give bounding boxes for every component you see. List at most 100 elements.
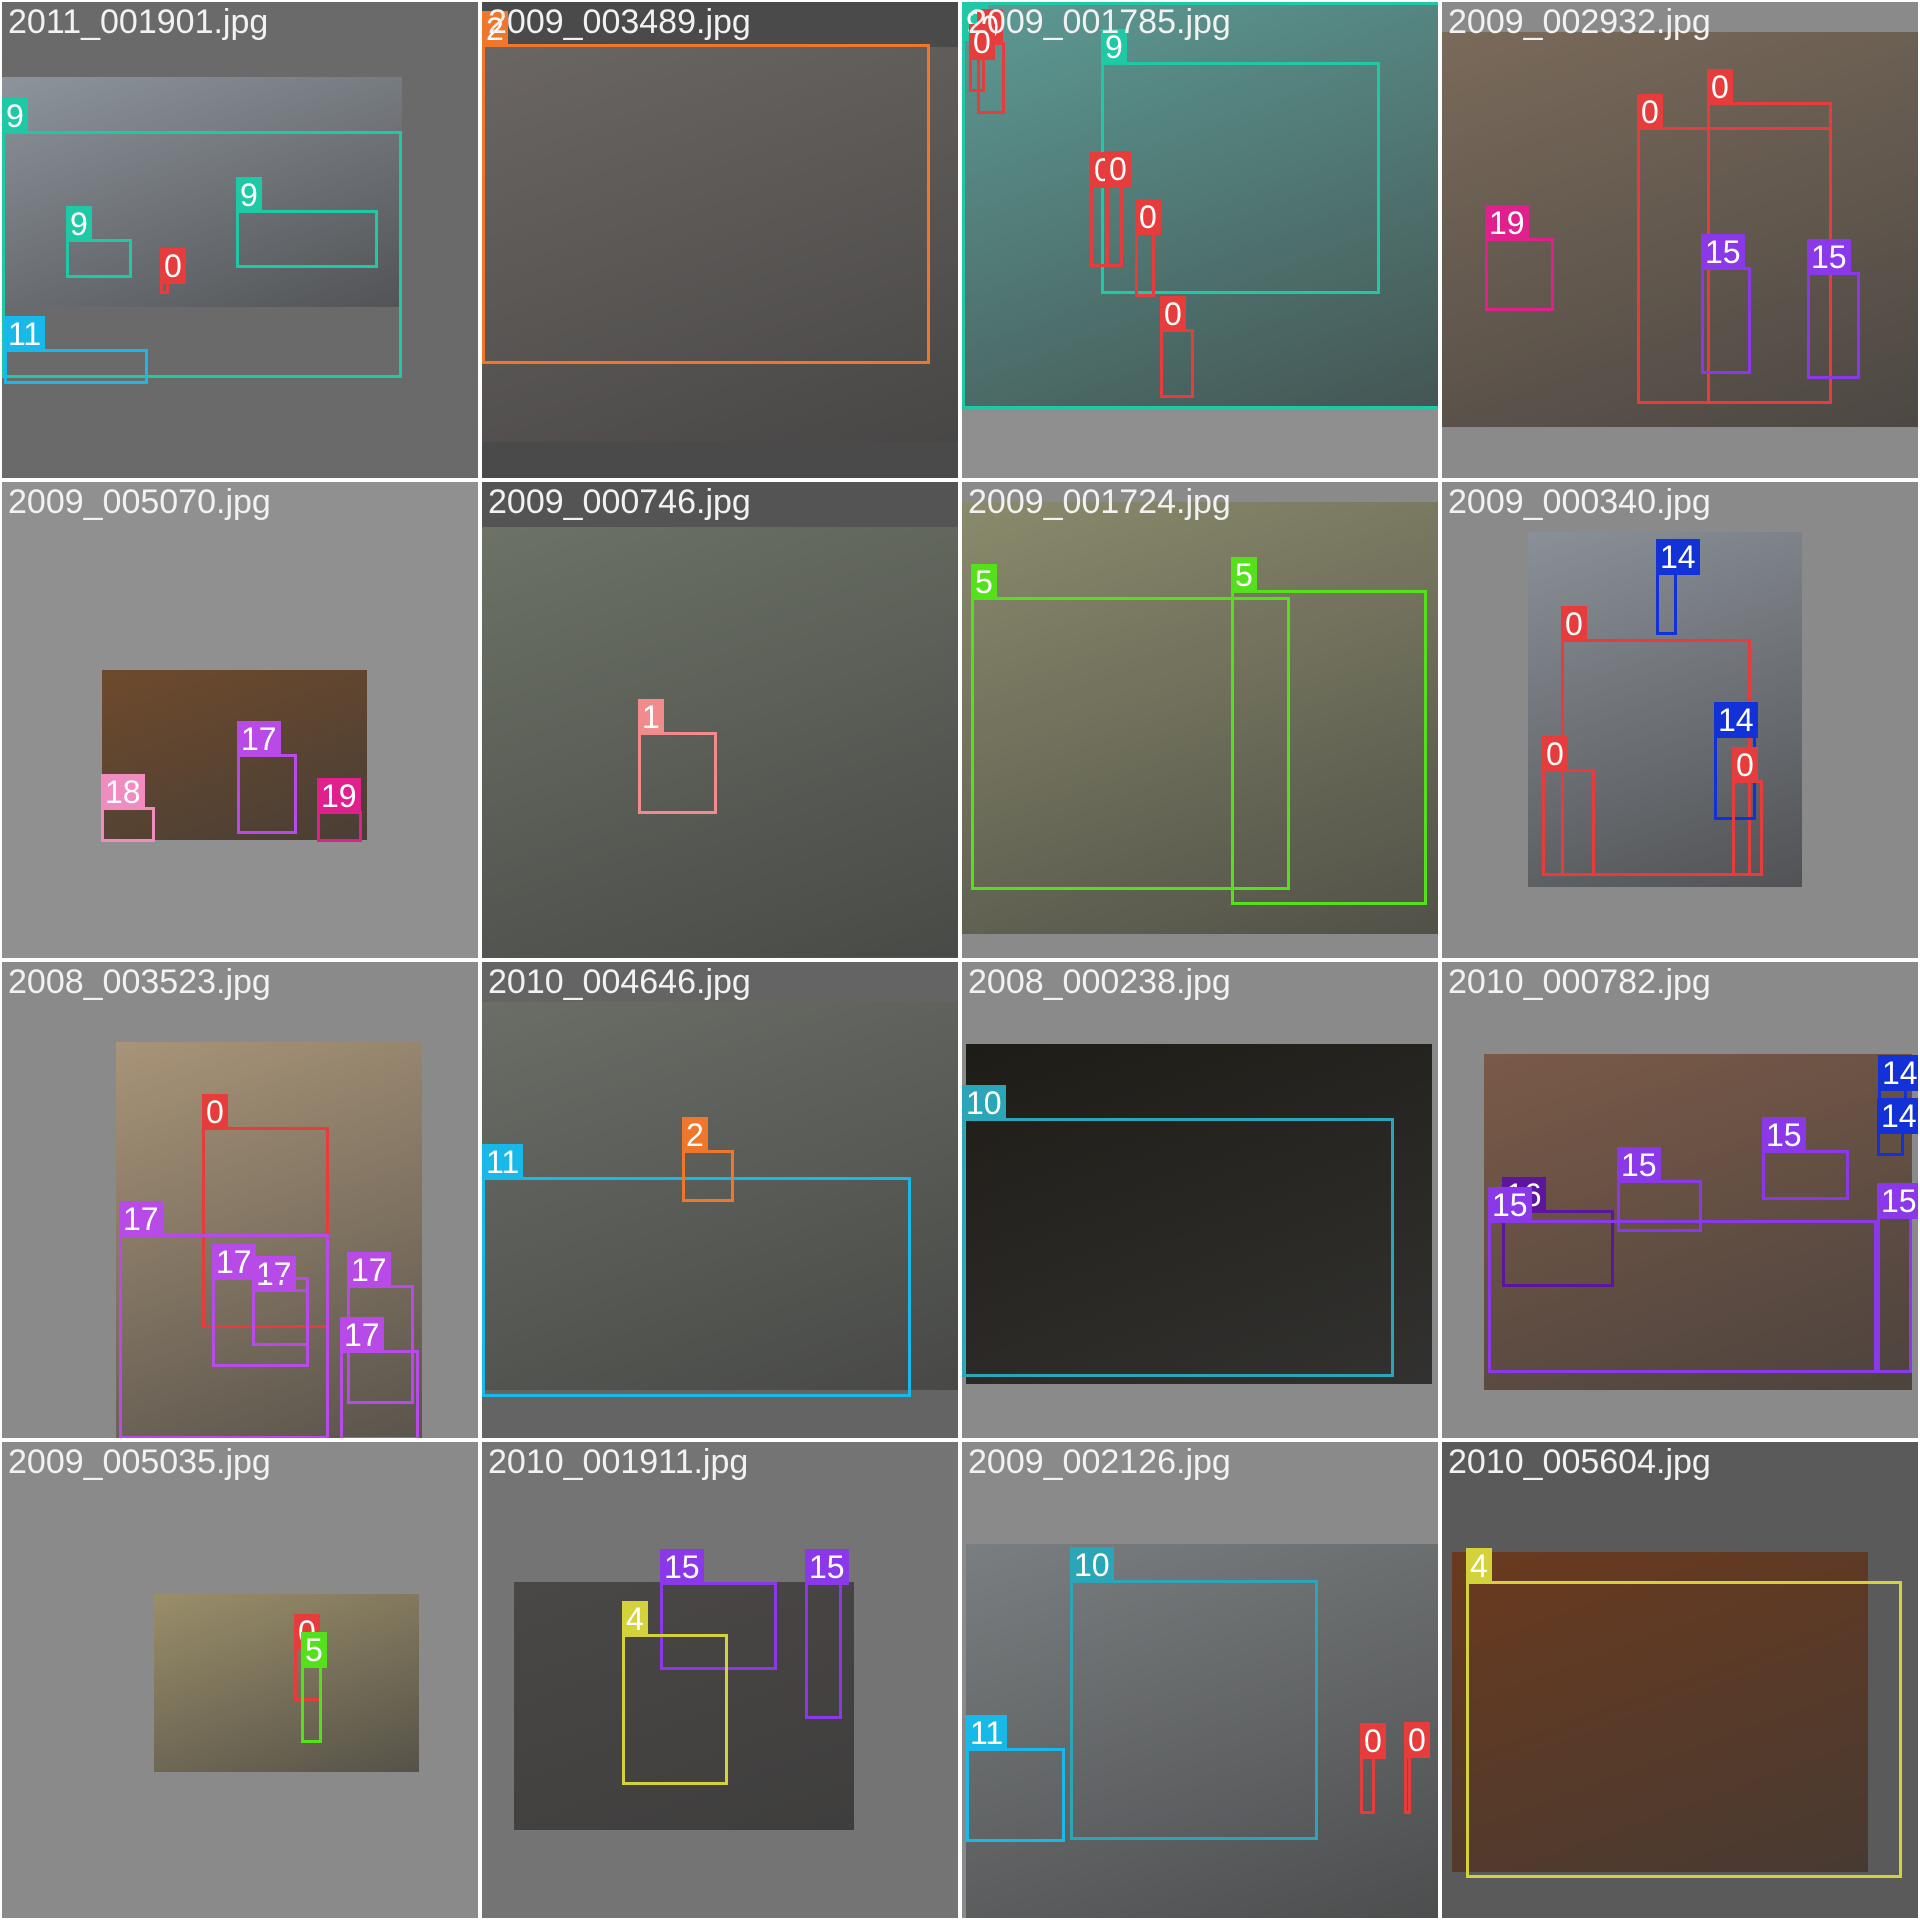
bounding-box: 10 xyxy=(1070,1547,1318,1840)
bounding-box: 17 xyxy=(340,1317,419,1438)
bounding-box: 0 xyxy=(1105,151,1131,267)
bounding-box: 4 xyxy=(1466,1548,1902,1878)
bounding-box: 4 xyxy=(622,1601,728,1785)
bounding-box: 19 xyxy=(317,778,362,842)
bounding-box: 15 xyxy=(1762,1117,1849,1200)
class-label-tag: 15 xyxy=(1877,1183,1918,1219)
bounding-box: 9 xyxy=(962,2,1438,409)
filename-label: 2009_000340.jpg xyxy=(1448,483,1711,521)
class-label-tag: 5 xyxy=(971,564,997,600)
bounding-box: 0 xyxy=(969,24,995,92)
filename-label: 2009_005035.jpg xyxy=(8,1443,271,1481)
bounding-box: 17 xyxy=(237,721,297,834)
class-label-tag: 0 xyxy=(1360,1723,1386,1759)
bounding-box: 18 xyxy=(101,774,155,842)
class-label-tag: 19 xyxy=(1485,205,1529,241)
image-tile: 2010_004646.jpg 11 2 xyxy=(482,962,958,1438)
class-label-tag: 0 xyxy=(202,1094,228,1130)
filename-label: 2009_001785.jpg xyxy=(968,3,1231,41)
filename-label: 2009_003489.jpg xyxy=(488,3,751,41)
class-label-tag: 2 xyxy=(682,1117,708,1153)
image-tile: 2009_000746.jpg 1 xyxy=(482,482,958,958)
class-label-tag: 4 xyxy=(622,1601,648,1637)
filename-label: 2010_000782.jpg xyxy=(1448,963,1711,1001)
class-label-tag: 0 xyxy=(1707,69,1733,105)
bounding-box: 15 xyxy=(1488,1187,1877,1373)
class-label-tag: 11 xyxy=(482,1144,524,1180)
filename-label: 2009_001724.jpg xyxy=(968,483,1231,521)
filename-label: 2009_002126.jpg xyxy=(968,1443,1231,1481)
bounding-box: 11 xyxy=(4,316,148,384)
filename-label: 2010_001911.jpg xyxy=(488,1443,749,1481)
class-label-tag: 11 xyxy=(966,1715,1008,1751)
class-label-tag: 17 xyxy=(212,1244,256,1280)
filename-label: 2009_005070.jpg xyxy=(8,483,271,521)
filename-label: 2009_002932.jpg xyxy=(1448,3,1711,41)
image-tile: 2009_005070.jpg 17 18 19 xyxy=(2,482,478,958)
image-tile: 2009_001724.jpg 5 5 xyxy=(962,482,1438,958)
class-label-tag: 15 xyxy=(1617,1147,1661,1183)
class-label-tag: 15 xyxy=(1701,234,1745,270)
image-tile: 2009_005035.jpg05 xyxy=(2,1442,478,1918)
class-label-tag: 5 xyxy=(1231,557,1257,593)
bounding-box: 14 xyxy=(1877,1098,1918,1156)
image-tile: 2011_001901.jpg 9 9 9 0 11 xyxy=(2,2,478,478)
image-tile: 2010_005604.jpg 4 xyxy=(1442,1442,1918,1918)
bounding-box: 15 xyxy=(805,1549,849,1719)
class-label-tag: 0 xyxy=(1637,94,1663,130)
class-label-tag: 0 xyxy=(160,248,186,284)
bounding-box: 17 xyxy=(212,1244,309,1367)
bounding-box: 9 xyxy=(66,206,132,278)
filename-label: 2008_000238.jpg xyxy=(968,963,1231,1001)
filename-label: 2008_003523.jpg xyxy=(8,963,271,1001)
image-tile: 2009_001785.jpg99000000 xyxy=(962,2,1438,478)
class-label-tag: 19 xyxy=(317,778,361,814)
class-label-tag: 10 xyxy=(962,1085,1006,1121)
class-label-tag: 14 xyxy=(1878,1055,1918,1091)
image-tile: 2008_003523.jpg 0 17 17 17 17 17 xyxy=(2,962,478,1438)
bounding-box: 0 xyxy=(1360,1723,1386,1814)
photo-content xyxy=(154,1594,419,1772)
image-tile: 2009_003489.jpg 2 xyxy=(482,2,958,478)
image-tile: 2010_000782.jpg14141515161515 xyxy=(1442,962,1918,1438)
class-label-tag: 0 xyxy=(1561,606,1587,642)
class-label-tag: 15 xyxy=(1488,1187,1532,1223)
bounding-box: 19 xyxy=(1485,205,1554,311)
class-label-tag: 15 xyxy=(805,1549,849,1585)
bounding-box: 1 xyxy=(638,699,717,814)
class-label-tag: 17 xyxy=(119,1201,163,1237)
image-tile: 2009_002126.jpg 10 11 0 0 xyxy=(962,1442,1438,1918)
class-label-tag: 0 xyxy=(1105,151,1131,187)
class-label-tag: 17 xyxy=(347,1252,391,1288)
photo-content xyxy=(482,527,958,957)
bounding-box: 0 xyxy=(1542,736,1595,876)
image-tile: 2008_000238.jpg 10 xyxy=(962,962,1438,1438)
bounding-box: 2 xyxy=(682,1117,734,1202)
bounding-box: 0 xyxy=(160,248,186,294)
class-label-tag: 0 xyxy=(1135,199,1161,235)
bounding-box: 0 xyxy=(1135,199,1161,297)
class-label-tag: 11 xyxy=(4,316,46,352)
bounding-box: 0 xyxy=(1160,296,1194,398)
class-label-tag: 0 xyxy=(1732,747,1758,783)
bounding-box: 5 xyxy=(1231,557,1427,905)
image-tile: 2009_002932.jpg 0 0 19 15 15 xyxy=(1442,2,1918,478)
bounding-box: 11 xyxy=(482,1144,911,1397)
bounding-box: 15 xyxy=(1807,239,1860,379)
bounding-box: 9 xyxy=(236,177,378,268)
image-tile: 2009_000340.jpg 14 0 14 0 0 xyxy=(1442,482,1918,958)
class-label-tag: 5 xyxy=(301,1632,327,1668)
filename-label: 2011_001901.jpg xyxy=(8,3,269,41)
filename-label: 2009_000746.jpg xyxy=(488,483,751,521)
bounding-box: 0 xyxy=(1404,1722,1430,1814)
class-label-tag: 9 xyxy=(66,206,92,242)
bounding-box: 5 xyxy=(301,1632,327,1743)
filename-label: 2010_005604.jpg xyxy=(1448,1443,1711,1481)
class-label-tag: 15 xyxy=(660,1549,704,1585)
class-label-tag: 0 xyxy=(1542,736,1568,772)
class-label-tag: 10 xyxy=(1070,1547,1114,1583)
class-label-tag: 14 xyxy=(1656,539,1700,575)
class-label-tag: 1 xyxy=(638,699,664,735)
class-label-tag: 0 xyxy=(1404,1722,1430,1758)
class-label-tag: 15 xyxy=(1807,239,1851,275)
